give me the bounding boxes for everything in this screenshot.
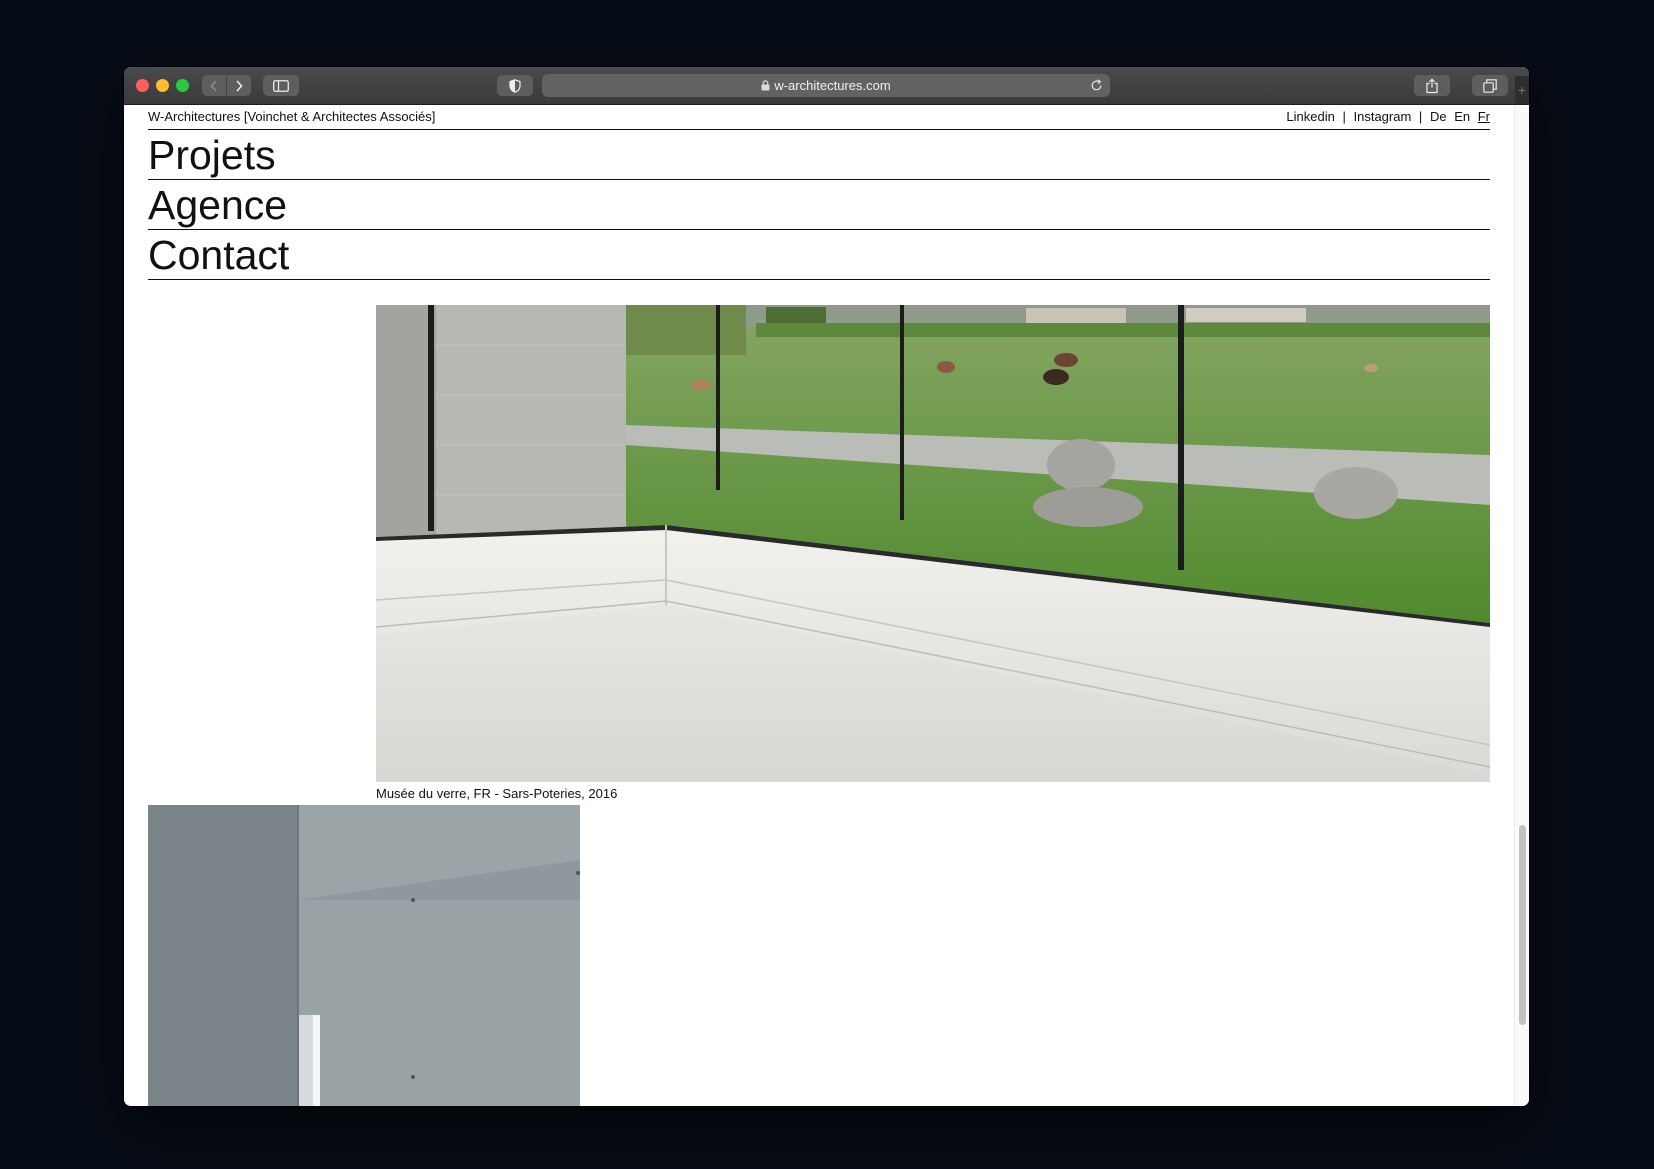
- sidebar-toggle-button[interactable]: [263, 75, 299, 96]
- linkedin-link[interactable]: Linkedin: [1286, 109, 1334, 124]
- minimize-window-button[interactable]: [156, 79, 169, 92]
- scrollbar-thumb[interactable]: [1519, 825, 1526, 1025]
- share-button[interactable]: [1414, 75, 1450, 96]
- instagram-link[interactable]: Instagram: [1353, 109, 1411, 124]
- plus-icon: +: [1517, 82, 1527, 98]
- forward-button[interactable]: [227, 75, 251, 96]
- page-viewport: W-Architectures [Voinchet & Architectes …: [124, 105, 1529, 1106]
- show-tabs-button[interactable]: [1472, 75, 1508, 96]
- reload-icon[interactable]: [1090, 79, 1103, 92]
- close-window-button[interactable]: [136, 79, 149, 92]
- new-tab-button[interactable]: +: [1515, 76, 1529, 104]
- project-photo-image: [376, 305, 1490, 782]
- browser-window: w-architectures.com + W-Architectures [V…: [124, 67, 1529, 1106]
- link-separator: |: [1418, 109, 1423, 124]
- chevron-left-icon: [210, 79, 217, 92]
- lang-de-link[interactable]: De: [1430, 109, 1447, 124]
- nav-projets[interactable]: Projets: [148, 130, 1490, 180]
- project-photo-musee-du-verre[interactable]: [376, 305, 1490, 782]
- site-header: W-Architectures [Voinchet & Architectes …: [148, 105, 1490, 130]
- project-photo-image: [148, 805, 580, 1106]
- nav-contact[interactable]: Contact: [148, 230, 1490, 280]
- share-icon: [1426, 78, 1438, 93]
- tabs-icon: [1483, 78, 1497, 93]
- lang-en-link[interactable]: En: [1454, 109, 1470, 124]
- nav-agence[interactable]: Agence: [148, 180, 1490, 230]
- project-photo-secondary[interactable]: [148, 805, 580, 1106]
- privacy-report-button[interactable]: [497, 75, 533, 96]
- lang-fr-link[interactable]: Fr: [1478, 109, 1490, 124]
- photo-caption: Musée du verre, FR - Sars-Poteries, 2016: [376, 786, 618, 801]
- url-display[interactable]: w-architectures.com: [542, 74, 1110, 97]
- shield-icon: [509, 78, 521, 93]
- header-links: Linkedin | Instagram | De En Fr: [1282, 105, 1490, 129]
- page-scrollbar[interactable]: [1514, 105, 1529, 1106]
- url-text: w-architectures.com: [774, 78, 891, 93]
- browser-toolbar: w-architectures.com +: [124, 67, 1529, 105]
- site-brand-link[interactable]: W-Architectures [Voinchet & Architectes …: [148, 105, 435, 129]
- zoom-window-button[interactable]: [176, 79, 189, 92]
- back-button[interactable]: [202, 75, 226, 96]
- link-separator: |: [1342, 109, 1346, 124]
- address-bar[interactable]: w-architectures.com: [542, 74, 1110, 97]
- chevron-right-icon: [236, 79, 243, 92]
- sidebar-icon: [273, 79, 289, 92]
- lock-icon: [761, 80, 770, 91]
